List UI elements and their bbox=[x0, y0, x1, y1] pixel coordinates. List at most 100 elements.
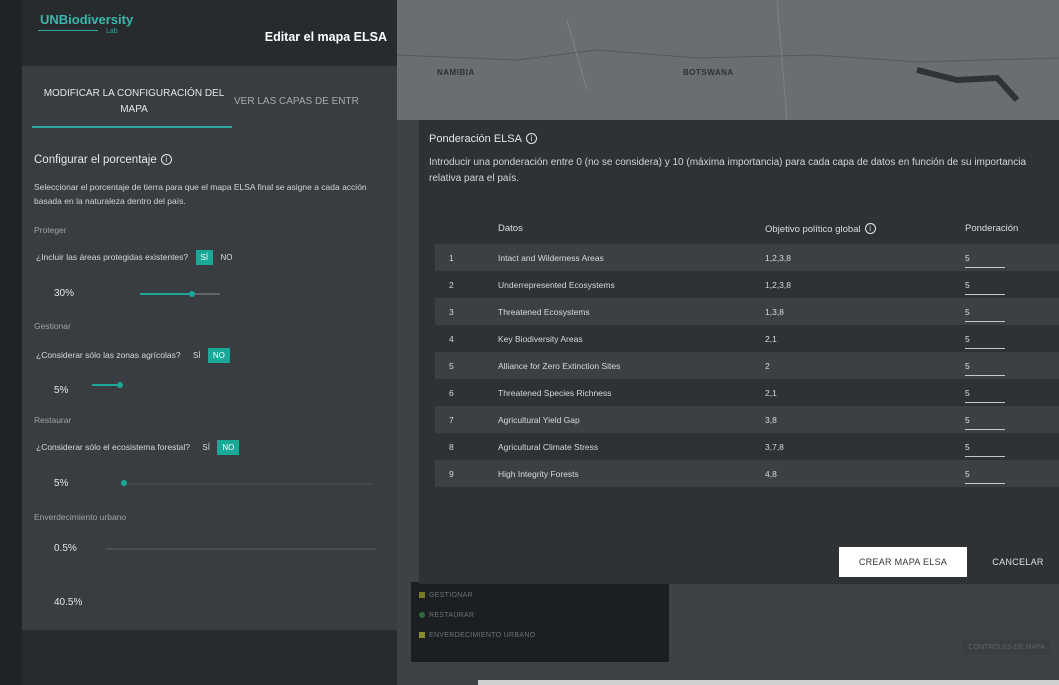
info-icon[interactable]: i bbox=[525, 133, 537, 144]
sidebar-header: UNBiodiversity Lab Editar el mapa ELSA bbox=[22, 0, 397, 66]
sidebar: UNBiodiversity Lab Editar el mapa ELSA M… bbox=[22, 0, 397, 685]
row-data-name: Key Biodiversity Areas bbox=[498, 334, 583, 344]
row-number: 6 bbox=[449, 388, 454, 398]
tab-modify-config[interactable]: MODIFICAR LA CONFIGURACIÓN DEL MAPA bbox=[36, 86, 232, 118]
section-label-protect: Proteger bbox=[34, 225, 67, 235]
legend-swatch-manage bbox=[419, 592, 425, 598]
weight-input[interactable]: 5 bbox=[965, 247, 1005, 268]
info-icon[interactable]: i bbox=[160, 154, 172, 165]
row-number: 9 bbox=[449, 469, 454, 479]
table-row: 3 Threatened Ecosystems 1,3,8 5 bbox=[435, 298, 1059, 325]
page-title: Editar el mapa ELSA bbox=[264, 30, 387, 44]
question-restore: ¿Considerar sólo el ecosistema forestal?… bbox=[36, 440, 240, 455]
row-policy-goal: 2 bbox=[765, 361, 770, 371]
column-header-weight: Ponderación bbox=[965, 223, 1019, 234]
question-manage-text: ¿Considerar sólo las zonas agrícolas? bbox=[36, 350, 181, 360]
map-borders bbox=[397, 0, 1059, 120]
table-body: 1 Intact and Wilderness Areas 1,2,3,8 5 2 Und… bbox=[435, 244, 1059, 487]
row-policy-goal: 3,7,8 bbox=[765, 442, 784, 452]
weight-input[interactable]: 5 bbox=[965, 463, 1005, 484]
restore-slider-thumb[interactable] bbox=[121, 480, 127, 486]
question-protect: ¿Incluir las áreas protegidas existentes… bbox=[36, 250, 237, 265]
create-elsa-map-button[interactable]: CREAR MAPA ELSA bbox=[839, 547, 967, 577]
row-number: 3 bbox=[449, 307, 454, 317]
protect-slider-fill bbox=[140, 293, 190, 295]
config-description: Seleccionar el porcentaje de tierra para… bbox=[34, 182, 367, 206]
app-root: UNBiodiversity Lab Editar el mapa ELSA M… bbox=[0, 0, 1059, 685]
row-data-name: Intact and Wilderness Areas bbox=[498, 253, 604, 263]
row-data-name: High Integrity Forests bbox=[498, 469, 579, 479]
protect-slider-thumb[interactable] bbox=[189, 291, 195, 297]
row-data-name: Threatened Ecosystems bbox=[498, 307, 590, 317]
cancel-button[interactable]: CANCELAR bbox=[984, 547, 1052, 577]
restore-no-toggle[interactable]: NO bbox=[217, 440, 240, 455]
protect-no-toggle[interactable]: NO bbox=[215, 250, 237, 265]
weight-input[interactable]: 5 bbox=[965, 355, 1005, 376]
section-label-restore: Restaurar bbox=[34, 415, 72, 425]
row-policy-goal: 2,1 bbox=[765, 388, 777, 398]
table-row: 8 Agricultural Climate Stress 3,7,8 5 bbox=[435, 433, 1059, 460]
table-row: 1 Intact and Wilderness Areas 1,2,3,8 5 bbox=[435, 244, 1059, 271]
row-number: 8 bbox=[449, 442, 454, 452]
tab-active-indicator bbox=[32, 126, 232, 128]
weight-input[interactable]: 5 bbox=[965, 409, 1005, 430]
legend-item-manage: GESTIONAR bbox=[419, 592, 473, 599]
legend-swatch-restore bbox=[419, 612, 425, 618]
table-row: 4 Key Biodiversity Areas 2,1 5 bbox=[435, 325, 1059, 352]
row-policy-goal: 2,1 bbox=[765, 334, 777, 344]
row-number: 7 bbox=[449, 415, 454, 425]
map-controls-button[interactable]: CONTROLES DE MAPA bbox=[962, 640, 1051, 655]
table-row: 6 Threatened Species Richness 2,1 5 bbox=[435, 379, 1059, 406]
weight-input[interactable]: 5 bbox=[965, 274, 1005, 295]
logo[interactable]: UNBiodiversity bbox=[40, 12, 133, 27]
logo-underline bbox=[38, 30, 98, 31]
manage-slider-thumb[interactable] bbox=[117, 382, 123, 388]
table-header: Datos Objetivo político global i Ponderac… bbox=[435, 206, 1059, 244]
weight-input[interactable]: 5 bbox=[965, 301, 1005, 322]
weights-table: Datos Objetivo político global i Ponderac… bbox=[435, 206, 1059, 487]
row-policy-goal: 4,8 bbox=[765, 469, 777, 479]
row-policy-goal: 1,2,3,8 bbox=[765, 253, 791, 263]
legend-label-urban: ENVERDECIMIENTO URBANO bbox=[429, 632, 536, 639]
table-row: 2 Underrepresented Ecosystems 1,2,3,8 5 bbox=[435, 271, 1059, 298]
manage-yes-toggle[interactable]: SÍ bbox=[188, 348, 206, 363]
table-row: 5 Alliance for Zero Extinction Sites 2 5 bbox=[435, 352, 1059, 379]
section-label-manage: Gestionar bbox=[34, 321, 71, 331]
column-header-goal: Objetivo político global i bbox=[765, 223, 876, 235]
section-label-urban: Enverdecimiento urbano bbox=[34, 512, 127, 522]
table-row: 9 High Integrity Forests 4,8 5 bbox=[435, 460, 1059, 487]
legend-label-manage: GESTIONAR bbox=[429, 592, 473, 599]
restore-slider[interactable] bbox=[122, 483, 372, 485]
table-row: 7 Agricultural Yield Gap 3,8 5 bbox=[435, 406, 1059, 433]
legend-label-restore: RESTAURAR bbox=[429, 612, 475, 619]
row-policy-goal: 1,2,3,8 bbox=[765, 280, 791, 290]
tab-view-layers[interactable]: VER LAS CAPAS DE ENTR bbox=[234, 96, 359, 107]
weight-input[interactable]: 5 bbox=[965, 328, 1005, 349]
row-policy-goal: 3,8 bbox=[765, 415, 777, 425]
manage-slider-fill bbox=[92, 384, 120, 386]
urban-slider[interactable] bbox=[106, 548, 376, 550]
modal-title: Ponderación ELSA i bbox=[429, 133, 537, 145]
sidebar-tabs: MODIFICAR LA CONFIGURACIÓN DEL MAPA VER … bbox=[22, 66, 397, 132]
row-data-name: Threatened Species Richness bbox=[498, 388, 612, 398]
urban-percent: 0.5% bbox=[54, 543, 77, 554]
row-data-name: Underrepresented Ecosystems bbox=[498, 280, 615, 290]
protect-percent: 30% bbox=[54, 288, 75, 299]
map-legend: GESTIONAR RESTAURAR ENVERDECIMIENTO URBA… bbox=[411, 582, 669, 662]
question-restore-text: ¿Considerar sólo el ecosistema forestal? bbox=[36, 442, 191, 452]
question-manage: ¿Considerar sólo las zonas agrícolas? SÍ… bbox=[36, 348, 230, 363]
weight-input[interactable]: 5 bbox=[965, 382, 1005, 403]
config-title: Configurar el porcentaje i bbox=[34, 154, 172, 166]
weighting-modal: Ponderación ELSA i Introducir una pondera… bbox=[419, 120, 1059, 584]
manage-no-toggle[interactable]: NO bbox=[207, 348, 230, 363]
row-number: 1 bbox=[449, 253, 454, 263]
row-policy-goal: 1,3,8 bbox=[765, 307, 784, 317]
row-data-name: Agricultural Yield Gap bbox=[498, 415, 580, 425]
column-header-data: Datos bbox=[498, 223, 523, 234]
map-label-namibia: NAMIBIA bbox=[437, 68, 475, 77]
weight-input[interactable]: 5 bbox=[965, 436, 1005, 457]
column-header-goal-text: Objetivo político global bbox=[765, 224, 861, 235]
protect-yes-toggle[interactable]: SÍ bbox=[195, 250, 214, 265]
restore-yes-toggle[interactable]: SÍ bbox=[197, 440, 215, 455]
info-icon[interactable]: i bbox=[864, 223, 876, 234]
